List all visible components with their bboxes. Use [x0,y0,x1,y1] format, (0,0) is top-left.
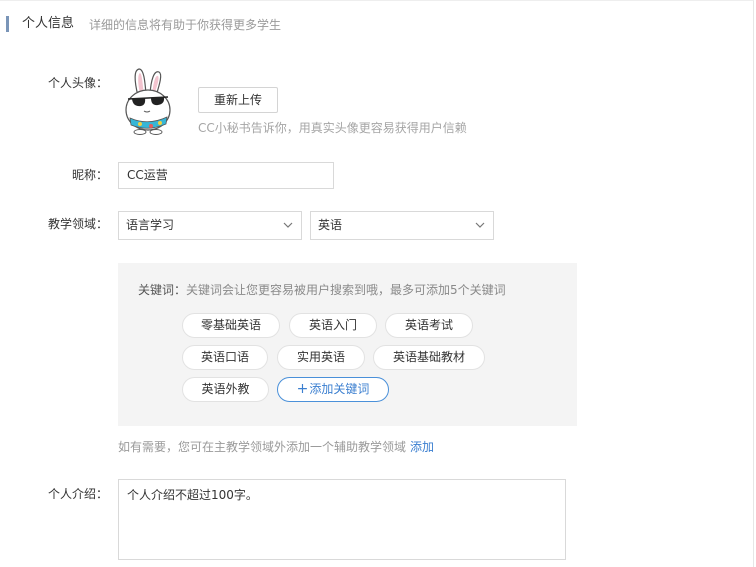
teaching-domain-label: 教学领域： [47,217,108,231]
keyword-tag[interactable]: 英语基础教材 [373,345,485,370]
primary-domain-value: 语言学习 [126,218,175,232]
assist-domain-hint: 如有需要，您可在主教学领域外添加一个辅助教学领域 添加 [118,439,434,455]
chevron-down-icon [475,222,485,228]
keyword-tag[interactable]: 英语考试 [385,313,473,338]
keywords-title-prefix: 关键词： [138,283,187,297]
avatar-hint: CC小秘书告诉你，用真实头像更容易获得用户信赖 [198,121,467,135]
section-accent-bar [6,16,9,32]
intro-label: 个人介绍： [47,487,108,501]
reupload-avatar-button[interactable]: 重新上传 [198,87,278,113]
section-title: 个人信息 [22,16,75,31]
section-subtitle: 详细的信息将有助于你获得更多学生 [89,18,282,32]
plus-icon: + [296,381,309,397]
add-keyword-label: 添加关键词 [309,382,370,396]
keywords-title: 关键词：关键词会让您更容易被用户搜索到哦，最多可添加5个关键词 [138,282,506,298]
nickname-label: 昵称： [71,168,108,182]
secondary-domain-select[interactable]: 英语 [310,211,494,240]
keyword-tag[interactable]: 零基础英语 [182,313,280,338]
keywords-title-text: 关键词会让您更容易被用户搜索到哦，最多可添加5个关键词 [186,283,506,297]
bunny-avatar-icon [120,66,180,136]
intro-textarea[interactable]: 个人介绍不超过100字。 [118,479,566,560]
keyword-tag[interactable]: 英语入门 [289,313,377,338]
avatar-label: 个人头像： [47,76,108,90]
primary-domain-select[interactable]: 语言学习 [118,211,302,240]
keywords-panel: 关键词：关键词会让您更容易被用户搜索到哦，最多可添加5个关键词 零基础英语 英语… [118,263,577,426]
secondary-domain-value: 英语 [318,218,343,232]
add-assist-domain-link[interactable]: 添加 [410,440,434,454]
nickname-input[interactable]: CC运营 [118,162,334,189]
keyword-tag[interactable]: 实用英语 [277,345,365,370]
chevron-down-icon [283,222,293,228]
assist-domain-text: 如有需要，您可在主教学领域外添加一个辅助教学领域 [118,440,407,454]
keyword-tag[interactable]: 英语口语 [182,345,268,370]
add-keyword-button[interactable]: +添加关键词 [277,377,389,402]
keyword-tag[interactable]: 英语外教 [182,377,269,402]
